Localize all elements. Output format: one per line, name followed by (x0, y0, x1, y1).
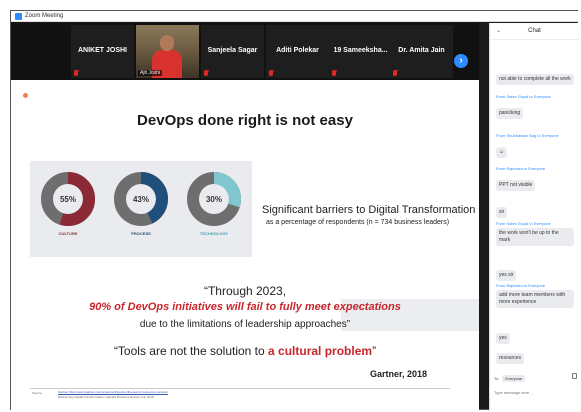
source-divider (30, 388, 450, 389)
donut-percent: 55% (60, 195, 76, 204)
chat-message: From Shubhankar Bag to Everyone ☺ (496, 133, 574, 158)
muted-mic-icon (393, 70, 398, 76)
annotation-dot-icon (23, 93, 28, 98)
participant-tile[interactable]: 19 Sameeksha... (329, 25, 392, 78)
quote-end: ” (372, 344, 377, 358)
chat-message: not able to complete all the work (496, 67, 574, 85)
donut-svg: 43% (114, 172, 168, 226)
donut-svg: 30% (187, 172, 241, 226)
participant-name: Sanjeela Sagar (207, 47, 258, 54)
muted-mic-icon (204, 70, 209, 76)
zoom-app-icon (15, 12, 22, 20)
participant-tile[interactable]: ANIKET JOSHI (71, 25, 134, 78)
to-label: To: (494, 376, 500, 381)
participant-name: Aditi Polekar (276, 47, 319, 54)
chat-sender: From Rajendra to Everyone (496, 283, 546, 288)
chat-recipient: To: Everyone (494, 375, 526, 382)
quote-emphasis: a cultural problem (268, 344, 373, 358)
chat-sender: From Salee Goyal to Everyone (496, 221, 551, 226)
chat-message: From Salee Goyal to Everyone the work wo… (496, 221, 574, 246)
barriers-subtitle: as a percentage of respondents (n = 734 … (266, 219, 450, 226)
next-page-button[interactable]: › (454, 54, 468, 68)
participant-name: 19 Sameeksha... (333, 47, 388, 54)
file-icon[interactable] (572, 373, 577, 379)
muted-mic-icon (269, 70, 274, 76)
chat-message-text: yes (496, 333, 510, 344)
donut-label: TECHNOLOGY (199, 231, 229, 236)
donut-culture: 55% CULTURE (32, 169, 104, 236)
chat-header: ⌄ Chat (490, 23, 579, 40)
quote-line-2: 90% of DevOps initiatives will fail to f… (89, 301, 401, 313)
source-link[interactable]: Gartner https://www.gartner.com/smarterw… (58, 390, 168, 394)
chat-panel: ⌄ Chat not able to complete all the work… (489, 23, 579, 411)
speaker-head (160, 35, 174, 51)
participant-name: ANIKET JOSHI (77, 47, 127, 54)
participant-tile[interactable]: Dr. Amita Jain (390, 25, 453, 78)
quote-plain: “Tools are not the solution to (113, 344, 269, 358)
window-title: Zoom Meeting (25, 13, 64, 19)
quote-line-3: due to the limitations of leadership app… (139, 319, 351, 330)
donut-label: PROCESS (131, 231, 151, 236)
recipient-select[interactable]: Everyone (502, 375, 526, 382)
donut-percent: 43% (133, 195, 149, 204)
chat-message: From Salee Goyal to Everyone panicking (496, 94, 574, 119)
chat-message-input[interactable] (494, 387, 574, 397)
donut-chart-panel: 55% CULTURE 43% PROCESS 30% TECHNOLOGY (30, 161, 252, 257)
participant-tile[interactable]: Sanjeela Sagar (201, 25, 264, 78)
chat-title: Chat (528, 28, 541, 34)
participant-gallery: ANIKET JOSHI Ajit Joshi Sanjeela Sagar A… (11, 23, 479, 80)
donut-svg: 55% (41, 172, 95, 226)
chat-message-text: panicking (496, 108, 524, 119)
chat-message: From Rajendra to Everyone add more team … (496, 283, 574, 308)
shared-slide: DevOps done right is not easy 55% CULTUR… (11, 80, 479, 412)
chat-message-text: yes sir (496, 270, 517, 281)
video-name-label: Ajit Joshi (138, 70, 163, 76)
chat-message-text: resources (496, 353, 524, 364)
donut-label: CULTURE (58, 231, 78, 236)
donut-process: 43% PROCESS (105, 169, 177, 236)
chat-message: yes (496, 326, 574, 344)
chat-message: From Rajendra to Everyone PPT not visibl… (496, 166, 574, 191)
title-bar: Zoom Meeting (11, 11, 579, 22)
chat-message: yes sir (496, 263, 574, 281)
chat-message-text: ☺ (496, 147, 508, 158)
chat-message-text: sir (496, 207, 508, 218)
chat-message: resources (496, 346, 574, 364)
chat-sender: From Shubhankar Bag to Everyone (496, 133, 559, 138)
source-label: Source (32, 391, 42, 395)
chat-sender: From Salee Goyal to Everyone (496, 94, 551, 99)
slide-title: DevOps done right is not easy (137, 112, 353, 129)
source-text: Reinventing Digital Transformation, Harv… (58, 395, 154, 399)
muted-mic-icon (74, 70, 79, 76)
attribution: Gartner, 2018 (370, 369, 428, 379)
chat-message-text: the work won't be up to the mark (496, 228, 574, 246)
participant-name: Dr. Amita Jain (398, 47, 445, 54)
chat-message-text: PPT not visible (496, 180, 536, 191)
zoom-window: Zoom Meeting ANIKET JOSHI Ajit Joshi San… (10, 10, 579, 412)
donut-technology: 30% TECHNOLOGY (178, 169, 250, 236)
participant-tile[interactable]: Aditi Polekar (266, 25, 329, 78)
barriers-heading: Significant barriers to Digital Transfor… (262, 204, 476, 216)
chat-message: sir (496, 200, 574, 218)
donut-percent: 30% (206, 195, 222, 204)
quote-line-1: “Through 2023, (203, 284, 287, 298)
quote-line-4: “Tools are not the solution to a cultura… (11, 344, 479, 358)
chat-sender: From Rajendra to Everyone (496, 166, 546, 171)
chat-message-text: not able to complete all the work (496, 74, 574, 85)
participant-video-tile[interactable]: Ajit Joshi (136, 25, 199, 78)
chat-message-text: add more team members with more experien… (496, 290, 574, 308)
muted-mic-icon (332, 70, 337, 76)
